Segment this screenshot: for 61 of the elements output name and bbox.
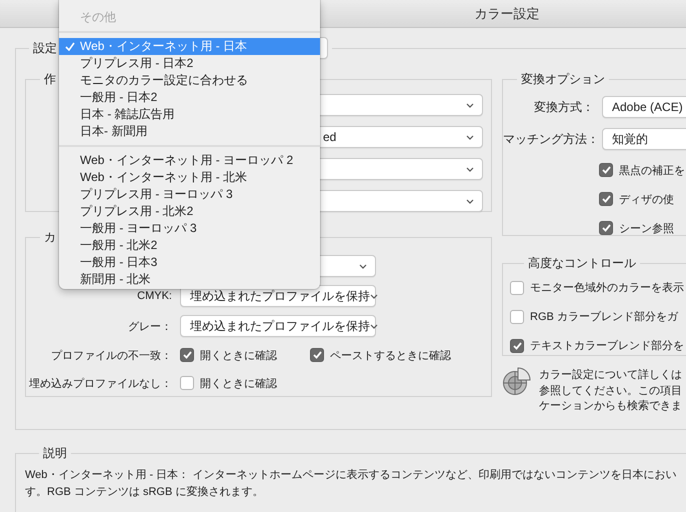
description-text: す。RGB コンテンツは sRGB に変換されます。 bbox=[25, 484, 264, 500]
description-text: Web・インターネット用 - 日本： インターネットホームページに表示するコンテンツなど、印刷用ではないコンテンツを日本におい bbox=[25, 468, 678, 483]
field-label: グレー： bbox=[127, 320, 173, 334]
chevron-icon bbox=[466, 166, 474, 172]
menu-item[interactable]: 新聞用 - 北米 bbox=[59, 271, 320, 288]
menu-item[interactable]: Web・インターネット用 - ヨーロッパ 2 bbox=[59, 152, 320, 169]
group-title: 説明 bbox=[42, 445, 68, 462]
field-label: 変換方式： bbox=[533, 98, 595, 116]
checkbox-label: モニター色域外のカラーを表示 bbox=[530, 281, 684, 295]
group-title: 作 bbox=[43, 71, 57, 88]
checkbox-label: 開くときに確認 bbox=[200, 376, 277, 390]
window-title: カラー設定 bbox=[474, 4, 540, 22]
checkbox-label: ディザの使 bbox=[619, 192, 674, 206]
menu-item[interactable]: 一般用 - 日本3 bbox=[59, 254, 320, 271]
menu-header: その他 bbox=[79, 9, 117, 26]
group-title: 高度なコントロール bbox=[527, 255, 637, 272]
menu-item[interactable]: 一般用 - 北米2 bbox=[59, 237, 320, 254]
checkbox-label: テキストカラーブレンド部分を bbox=[530, 338, 684, 353]
menu-item[interactable]: プリプレス用 - ヨーロッパ 3 bbox=[59, 186, 320, 203]
color-wheel-icon bbox=[502, 366, 532, 396]
checkbox[interactable] bbox=[510, 338, 524, 352]
field-label: マッチング方法： bbox=[503, 130, 598, 148]
settings-label: 設定 bbox=[33, 40, 57, 56]
dropdown[interactable]: Adobe (ACE) bbox=[602, 96, 686, 118]
chevron-icon bbox=[466, 102, 474, 108]
checkbox-label: ペーストするときに確認 bbox=[330, 348, 451, 362]
checkbox[interactable] bbox=[310, 348, 324, 362]
checkbox[interactable] bbox=[599, 221, 613, 235]
info-text: カラー設定について詳しくは bbox=[539, 368, 682, 383]
chevron-icon bbox=[370, 294, 378, 298]
menu-item[interactable]: モニタのカラー設定に合わせる bbox=[59, 72, 320, 89]
chevron-icon bbox=[466, 134, 474, 140]
menu-item[interactable]: プリプレス用 - 北米2 bbox=[59, 203, 320, 220]
chevron-icon bbox=[370, 324, 378, 328]
checkbox-label: 黒点の補正を bbox=[619, 164, 685, 178]
checkbox-label: シーン参照 bbox=[619, 222, 674, 236]
checkbox-label: 開くときに確認 bbox=[200, 348, 277, 362]
menu-item[interactable]: Web・インターネット用 - 北米 bbox=[59, 169, 320, 186]
checkbox[interactable] bbox=[510, 280, 524, 294]
menu-item[interactable]: プリプレス用 - 日本2 bbox=[59, 55, 320, 72]
checkbox[interactable] bbox=[510, 310, 524, 324]
checkbox[interactable] bbox=[180, 376, 194, 390]
info-text: 参照してください。この項目 bbox=[539, 384, 682, 398]
chevron-icon bbox=[359, 264, 367, 268]
dropdown[interactable]: 知覚的 bbox=[602, 128, 686, 150]
checkbox[interactable] bbox=[599, 163, 613, 177]
group-title: 変換オプション bbox=[520, 71, 606, 88]
checkbox[interactable] bbox=[180, 348, 194, 362]
field-label: CMYK: bbox=[136, 290, 173, 302]
info-text: ケーションからも検索できま bbox=[539, 399, 682, 414]
field-label: プロファイルの不一致： bbox=[50, 348, 173, 362]
group-title: カ bbox=[43, 229, 57, 246]
menu-item[interactable]: 一般用 - ヨーロッパ 3 bbox=[59, 220, 320, 237]
dropdown[interactable]: 埋め込まれたプロファイルを保持 bbox=[180, 315, 376, 337]
check-icon bbox=[65, 42, 75, 51]
menu-item[interactable]: 日本 - 雑誌広告用 bbox=[59, 106, 320, 123]
field-label: 埋め込みプロファイルなし： bbox=[28, 376, 173, 390]
checkbox[interactable] bbox=[599, 192, 613, 206]
checkbox-label: RGB カラーブレンド部分をガ bbox=[530, 310, 678, 324]
chevron-icon bbox=[466, 198, 474, 204]
menu-item[interactable]: 一般用 - 日本2 bbox=[59, 89, 320, 106]
